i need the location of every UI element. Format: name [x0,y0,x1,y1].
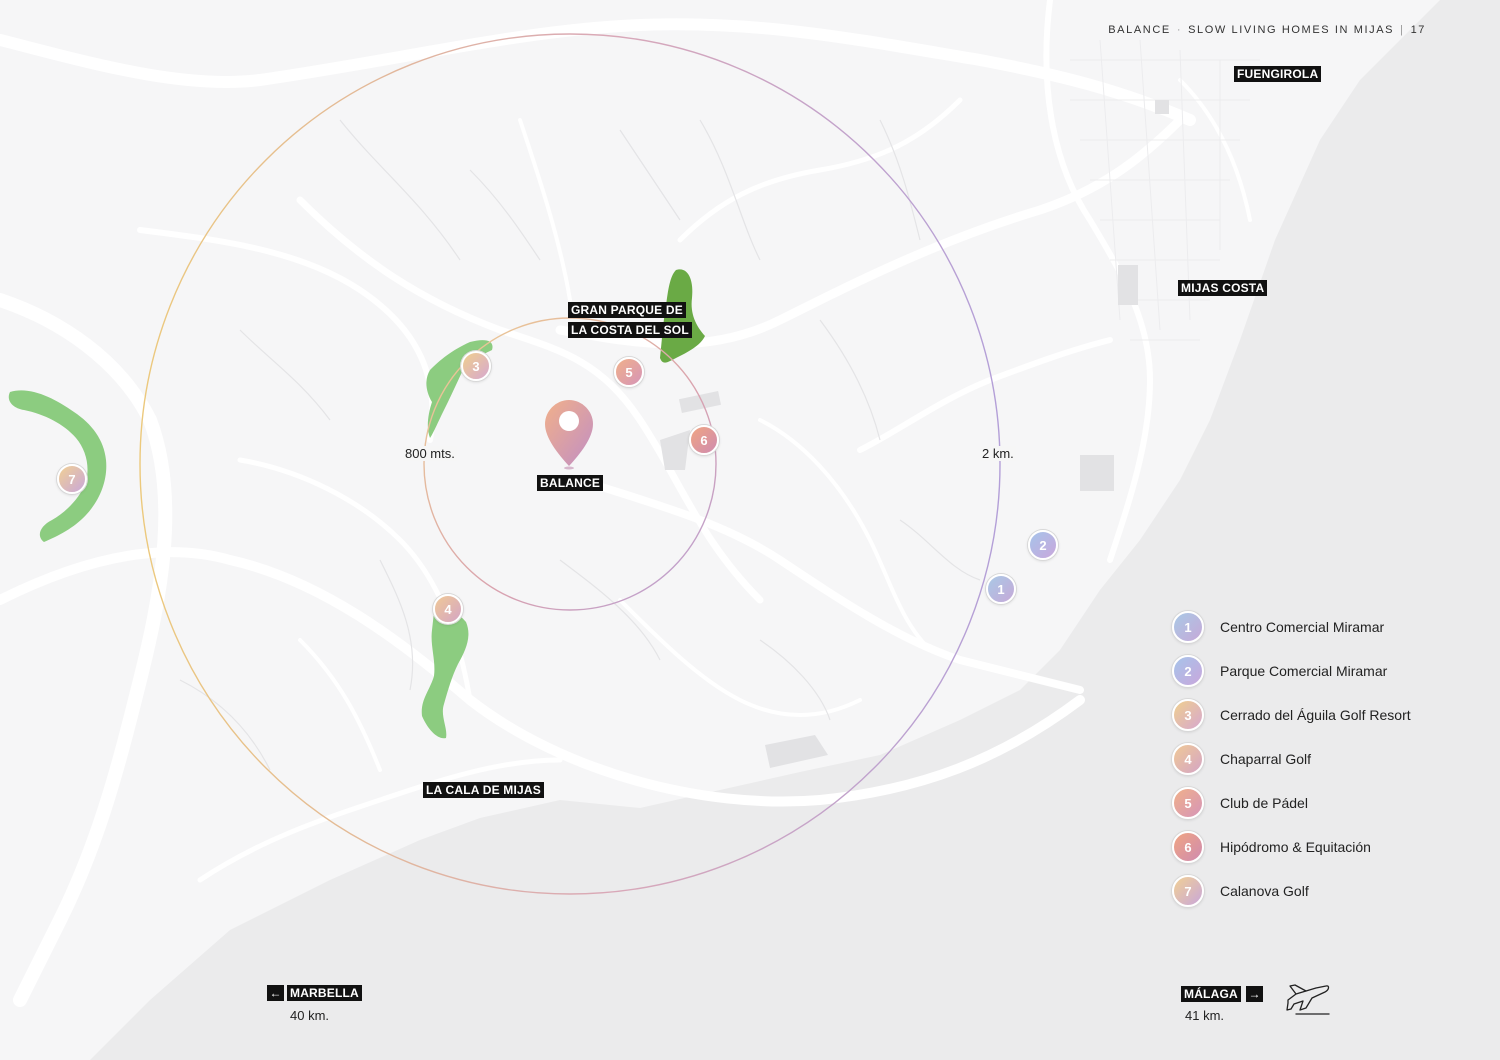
legend-item[interactable]: 6 Hipódromo & Equitación [1172,831,1371,863]
radius-label-800m: 800 mts. [403,446,457,461]
legend-label: Club de Pádel [1220,795,1308,811]
place-gran-parque-line2[interactable]: LA COSTA DEL SOL [568,322,692,338]
legend-item[interactable]: 1 Centro Comercial Miramar [1172,611,1384,643]
map-marker-5[interactable]: 5 [614,357,644,387]
legend-marker: 7 [1172,875,1204,907]
page-number: 17 [1410,24,1426,36]
legend-item[interactable]: 5 Club de Pádel [1172,787,1308,819]
place-gran-parque-line1[interactable]: GRAN PARQUE DE [568,302,686,318]
map-marker-2[interactable]: 2 [1028,530,1058,560]
legend-label: Parque Comercial Miramar [1220,663,1388,679]
radius-label-2km: 2 km. [980,446,1016,461]
map-marker-7[interactable]: 7 [57,464,87,494]
distance-marbella: 40 km. [290,1008,330,1023]
legend-item[interactable]: 4 Chaparral Golf [1172,743,1311,775]
destination-marbella[interactable]: MARBELLA [287,985,362,1001]
legend-label: Cerrado del Águila Golf Resort [1220,707,1411,723]
place-balance[interactable]: BALANCE [537,475,604,491]
legend-item[interactable]: 3 Cerrado del Águila Golf Resort [1172,699,1411,731]
legend-marker: 3 [1172,699,1204,731]
place-mijas-costa[interactable]: MIJAS COSTA [1178,280,1268,296]
legend-item[interactable]: 7 Calanova Golf [1172,875,1309,907]
map-marker-4[interactable]: 4 [433,594,463,624]
legend-marker: 1 [1172,611,1204,643]
distance-malaga: 41 km. [1185,1008,1225,1023]
arrow-left-icon[interactable]: ← [267,985,284,1001]
map-marker-3[interactable]: 3 [461,351,491,381]
legend-label: Centro Comercial Miramar [1220,619,1385,635]
legend-item[interactable]: 2 Parque Comercial Miramar [1172,655,1387,687]
legend-label: Hipódromo & Equitación [1220,839,1371,855]
header-subtitle: SLOW LIVING HOMES IN MIJAS [1188,24,1395,36]
legend-marker: 4 [1172,743,1204,775]
header-divider: | [1400,24,1405,36]
map-marker-6[interactable]: 6 [689,425,719,455]
place-la-cala-de-mijas[interactable]: LA CALA DE MIJAS [423,782,544,798]
page-header: BALANCE · SLOW LIVING HOMES IN MIJAS | 17 [1108,24,1426,36]
map-marker-1[interactable]: 1 [986,574,1016,604]
legend-marker: 6 [1172,831,1204,863]
legend-marker: 5 [1172,787,1204,819]
legend-label: Calanova Golf [1220,883,1309,899]
header-brand: BALANCE [1108,24,1171,36]
legend-label: Chaparral Golf [1220,751,1312,767]
destination-malaga[interactable]: MÁLAGA [1181,986,1241,1002]
header-separator: · [1176,24,1183,36]
arrow-right-icon[interactable]: → [1246,986,1263,1002]
legend-marker: 2 [1172,655,1204,687]
place-fuengirola[interactable]: FUENGIROLA [1234,66,1322,82]
